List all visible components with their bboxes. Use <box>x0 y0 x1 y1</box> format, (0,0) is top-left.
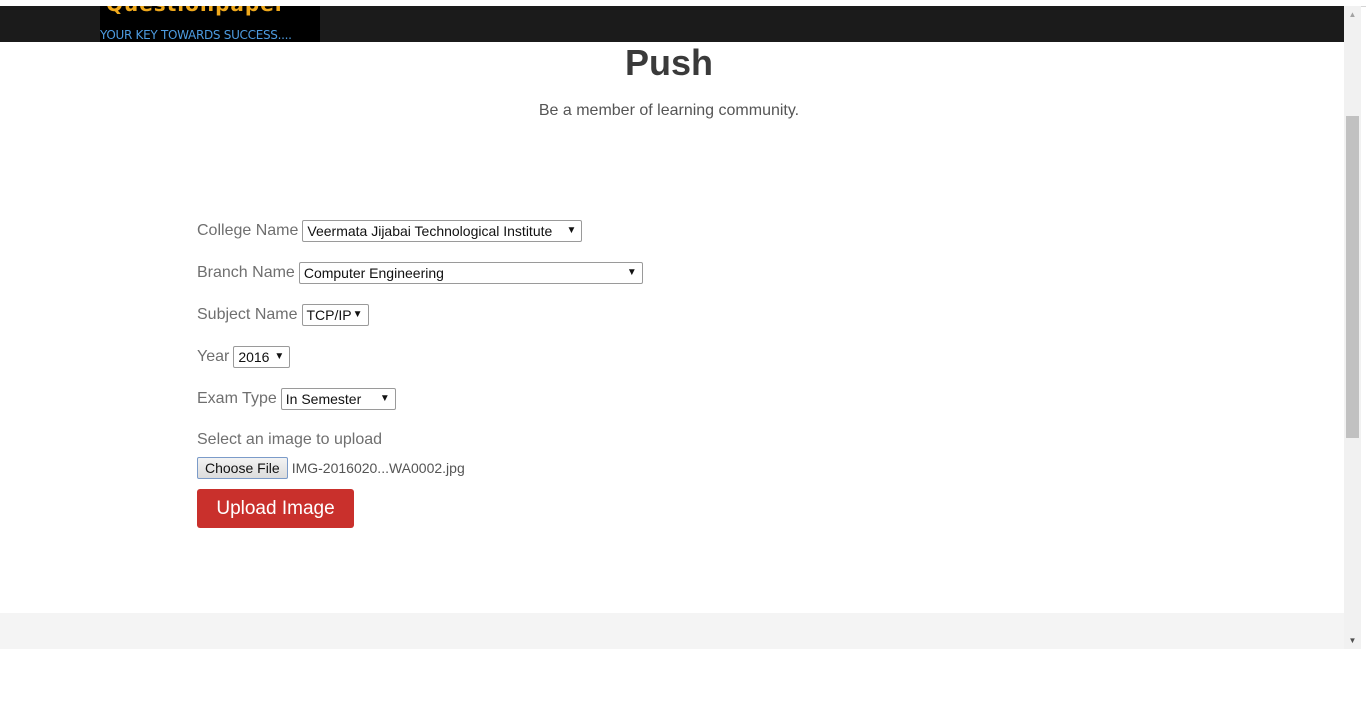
branch-row: Branch Name Computer Engineering ▼ <box>197 261 643 285</box>
year-selected-value: 2016 <box>238 349 270 365</box>
main-content: Push Be a member of learning community. … <box>0 42 1344 613</box>
exam-type-select[interactable]: In Semester ▼ <box>280 388 396 410</box>
selected-file-name: IMG-2016020...WA0002.jpg <box>291 460 465 476</box>
exam-type-selected-value: In Semester <box>285 391 362 407</box>
logo-tagline: YOUR KEY TOWARDS SUCCESS.... <box>100 28 292 42</box>
upload-label: Select an image to upload <box>197 431 383 448</box>
choose-file-button[interactable]: Choose File <box>197 457 288 479</box>
subject-selected-value: TCP/IP <box>306 307 352 323</box>
caret-down-icon: ▼ <box>379 393 390 404</box>
subject-label: Subject Name <box>197 306 298 323</box>
site-logo[interactable]: Questionpaper YOUR KEY TOWARDS SUCCESS..… <box>100 6 320 42</box>
subject-select[interactable]: TCP/IP ▼ <box>301 304 369 326</box>
file-input: Choose File IMG-2016020...WA0002.jpg <box>197 457 465 479</box>
year-label: Year <box>197 348 230 365</box>
subject-row: Subject Name TCP/IP ▼ <box>197 303 369 327</box>
year-select[interactable]: 2016 ▼ <box>233 346 291 368</box>
scroll-up-arrow-icon[interactable]: ▲ <box>1344 6 1361 23</box>
college-select[interactable]: Veermata Jijabai Technological Institute… <box>302 220 583 242</box>
page-title: Push <box>624 42 713 83</box>
caret-down-icon: ▼ <box>274 351 285 362</box>
caret-down-icon: ▼ <box>352 309 363 320</box>
caret-down-icon: ▼ <box>566 225 577 236</box>
exam-type-label: Exam Type <box>197 390 277 407</box>
logo-name: Questionpaper <box>106 6 286 16</box>
vertical-scrollbar[interactable]: ▲ ▼ <box>1344 6 1361 649</box>
caret-down-icon: ▼ <box>626 267 637 278</box>
college-selected-value: Veermata Jijabai Technological Institute <box>307 223 553 239</box>
branch-label: Branch Name <box>197 264 295 281</box>
college-row: College Name Veermata Jijabai Technologi… <box>197 219 583 243</box>
scrollbar-thumb[interactable] <box>1346 116 1359 438</box>
upload-image-button[interactable]: Upload Image <box>197 489 354 528</box>
year-row: Year 2016 ▼ <box>197 345 291 369</box>
college-label: College Name <box>197 222 299 239</box>
footer <box>0 613 1344 649</box>
scroll-down-arrow-icon[interactable]: ▼ <box>1344 632 1361 649</box>
branch-selected-value: Computer Engineering <box>303 265 444 281</box>
page-subtitle: Be a member of learning community. <box>538 102 800 119</box>
branch-select[interactable]: Computer Engineering ▼ <box>298 262 643 284</box>
navbar: Questionpaper YOUR KEY TOWARDS SUCCESS..… <box>0 6 1344 42</box>
exam-type-row: Exam Type In Semester ▼ <box>197 387 396 411</box>
